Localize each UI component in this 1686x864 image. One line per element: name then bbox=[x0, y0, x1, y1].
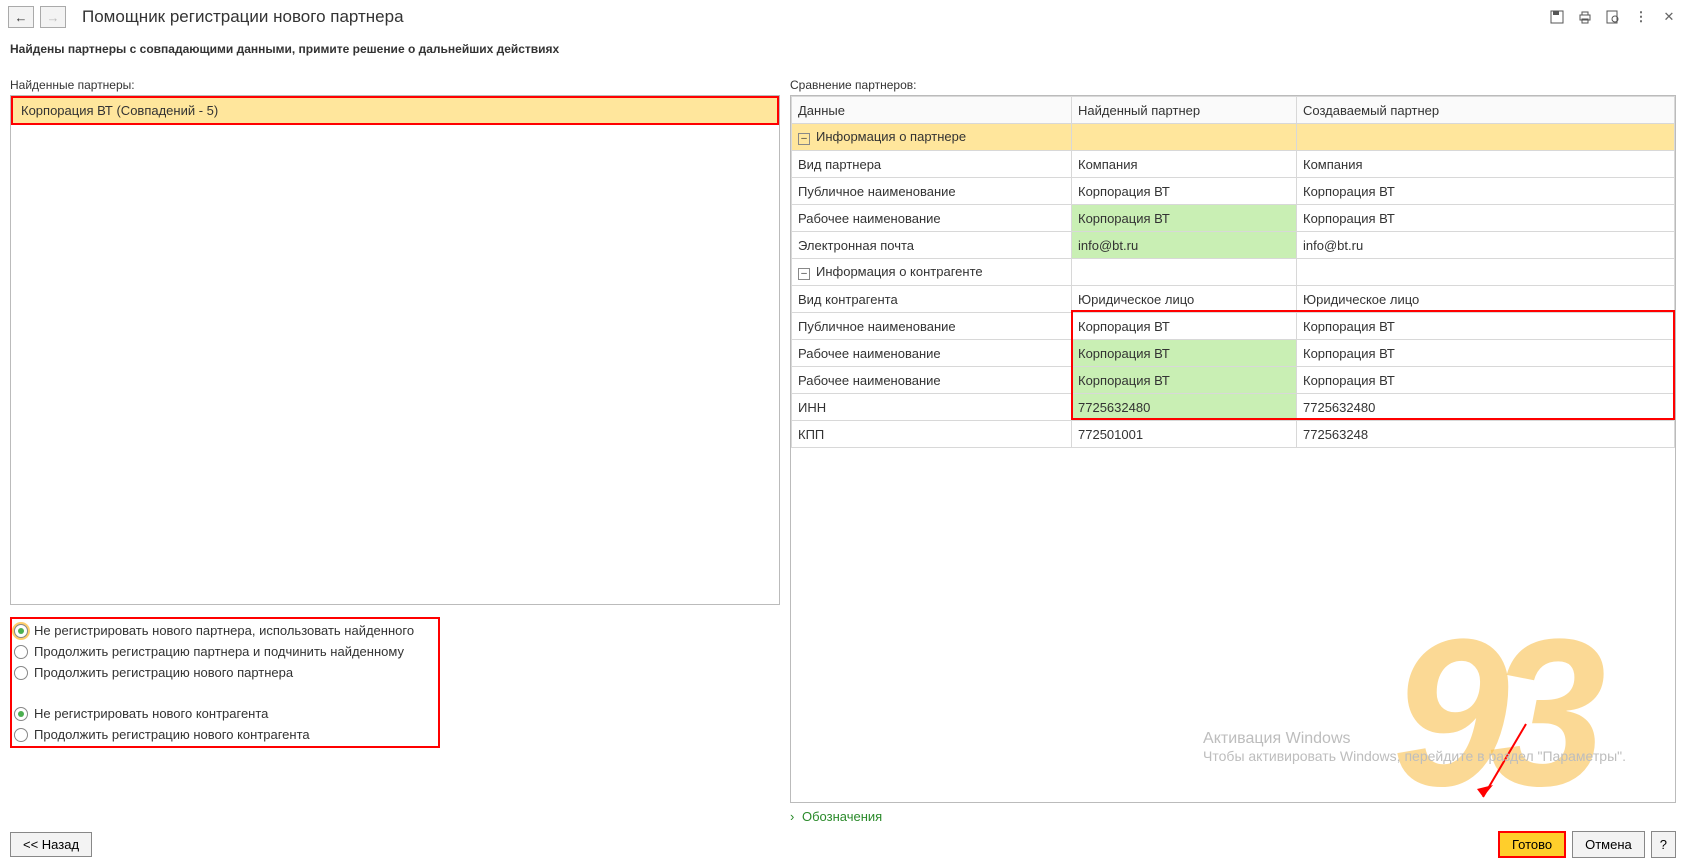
radio-icon[interactable] bbox=[14, 707, 28, 721]
footer: << Назад Готово Отмена ? bbox=[10, 831, 1676, 858]
table-row: Электронная почтаinfo@bt.ruinfo@bt.ru bbox=[792, 232, 1675, 259]
found-partners-list[interactable]: Корпорация ВТ (Совпадений - 5) bbox=[10, 95, 780, 605]
table-row: Публичное наименованиеКорпорация ВТКорпо… bbox=[792, 313, 1675, 340]
radio-icon[interactable] bbox=[14, 624, 28, 638]
done-button[interactable]: Готово bbox=[1498, 831, 1566, 858]
table-row: Публичное наименованиеКорпорация ВТКорпо… bbox=[792, 178, 1675, 205]
decision-radio-group: Не регистрировать нового партнера, испол… bbox=[10, 617, 440, 748]
radio-no-register-partner[interactable]: Не регистрировать нового партнера, испол… bbox=[14, 623, 436, 638]
collapse-icon[interactable]: – bbox=[798, 268, 810, 280]
table-row: Вид контрагентаЮридическое лицоЮридическ… bbox=[792, 286, 1675, 313]
radio-label: Продолжить регистрацию нового партнера bbox=[34, 665, 293, 680]
close-icon[interactable]: ✕ bbox=[1660, 8, 1678, 26]
group-contragent-info[interactable]: –Информация о контрагенте bbox=[792, 259, 1675, 286]
comparison-table-wrap: Данные Найденный партнер Создаваемый пар… bbox=[790, 95, 1676, 803]
radio-no-register-contragent[interactable]: Не регистрировать нового контрагента bbox=[14, 706, 436, 721]
table-row: Рабочее наименованиеКорпорация ВТКорпора… bbox=[792, 340, 1675, 367]
radio-icon[interactable] bbox=[14, 728, 28, 742]
col-found[interactable]: Найденный партнер bbox=[1072, 97, 1297, 124]
more-icon[interactable]: ⋮ bbox=[1632, 8, 1650, 26]
comparison-label: Сравнение партнеров: bbox=[790, 78, 1676, 92]
legend-label: Обозначения bbox=[802, 809, 882, 824]
table-row: КПП772501001772563248 bbox=[792, 421, 1675, 448]
radio-label: Продолжить регистрацию нового контрагент… bbox=[34, 727, 310, 742]
save-icon[interactable] bbox=[1548, 8, 1566, 26]
cancel-button[interactable]: Отмена bbox=[1572, 831, 1645, 858]
radio-label: Продолжить регистрацию партнера и подчин… bbox=[34, 644, 404, 659]
radio-icon[interactable] bbox=[14, 645, 28, 659]
table-row: Вид партнераКомпанияКомпания bbox=[792, 151, 1675, 178]
group-label: Информация о контрагенте bbox=[816, 264, 983, 279]
back-nav-button[interactable]: ← bbox=[8, 6, 34, 28]
found-partner-item[interactable]: Корпорация ВТ (Совпадений - 5) bbox=[11, 96, 779, 125]
radio-icon[interactable] bbox=[14, 666, 28, 680]
radio-continue-new-contragent[interactable]: Продолжить регистрацию нового контрагент… bbox=[14, 727, 436, 742]
col-data[interactable]: Данные bbox=[792, 97, 1072, 124]
forward-nav-button[interactable]: → bbox=[40, 6, 66, 28]
chevron-right-icon: › bbox=[790, 809, 794, 824]
left-panel: Найденные партнеры: Корпорация ВТ (Совпа… bbox=[10, 78, 780, 824]
back-button[interactable]: << Назад bbox=[10, 832, 92, 857]
radio-label: Не регистрировать нового партнера, испол… bbox=[34, 623, 414, 638]
group-partner-info[interactable]: –Информация о партнере bbox=[792, 124, 1675, 151]
search-doc-icon[interactable] bbox=[1604, 8, 1622, 26]
toolbar-right: ⋮ ✕ bbox=[1548, 8, 1678, 26]
table-row: Рабочее наименованиеКорпорация ВТКорпора… bbox=[792, 205, 1675, 232]
help-button[interactable]: ? bbox=[1651, 831, 1676, 858]
instruction-text: Найдены партнеры с совпадающими данными,… bbox=[0, 34, 1686, 64]
group-label: Информация о партнере bbox=[816, 129, 966, 144]
radio-continue-subordinate[interactable]: Продолжить регистрацию партнера и подчин… bbox=[14, 644, 436, 659]
toolbar: ← → Помощник регистрации нового партнера… bbox=[0, 0, 1686, 34]
table-row: ИНН77256324807725632480 bbox=[792, 394, 1675, 421]
print-icon[interactable] bbox=[1576, 8, 1594, 26]
radio-continue-new-partner[interactable]: Продолжить регистрацию нового партнера bbox=[14, 665, 436, 680]
found-partners-label: Найденные партнеры: bbox=[10, 78, 780, 92]
table-header-row: Данные Найденный партнер Создаваемый пар… bbox=[792, 97, 1675, 124]
comparison-table: Данные Найденный партнер Создаваемый пар… bbox=[791, 96, 1675, 448]
page-title: Помощник регистрации нового партнера bbox=[82, 7, 404, 27]
radio-label: Не регистрировать нового контрагента bbox=[34, 706, 268, 721]
collapse-icon[interactable]: – bbox=[798, 133, 810, 145]
right-panel: Сравнение партнеров: Данные Найденный па… bbox=[790, 78, 1676, 824]
legend-link[interactable]: › Обозначения bbox=[790, 809, 1676, 824]
col-created[interactable]: Создаваемый партнер bbox=[1297, 97, 1675, 124]
table-row: Рабочее наименованиеКорпорация ВТКорпора… bbox=[792, 367, 1675, 394]
